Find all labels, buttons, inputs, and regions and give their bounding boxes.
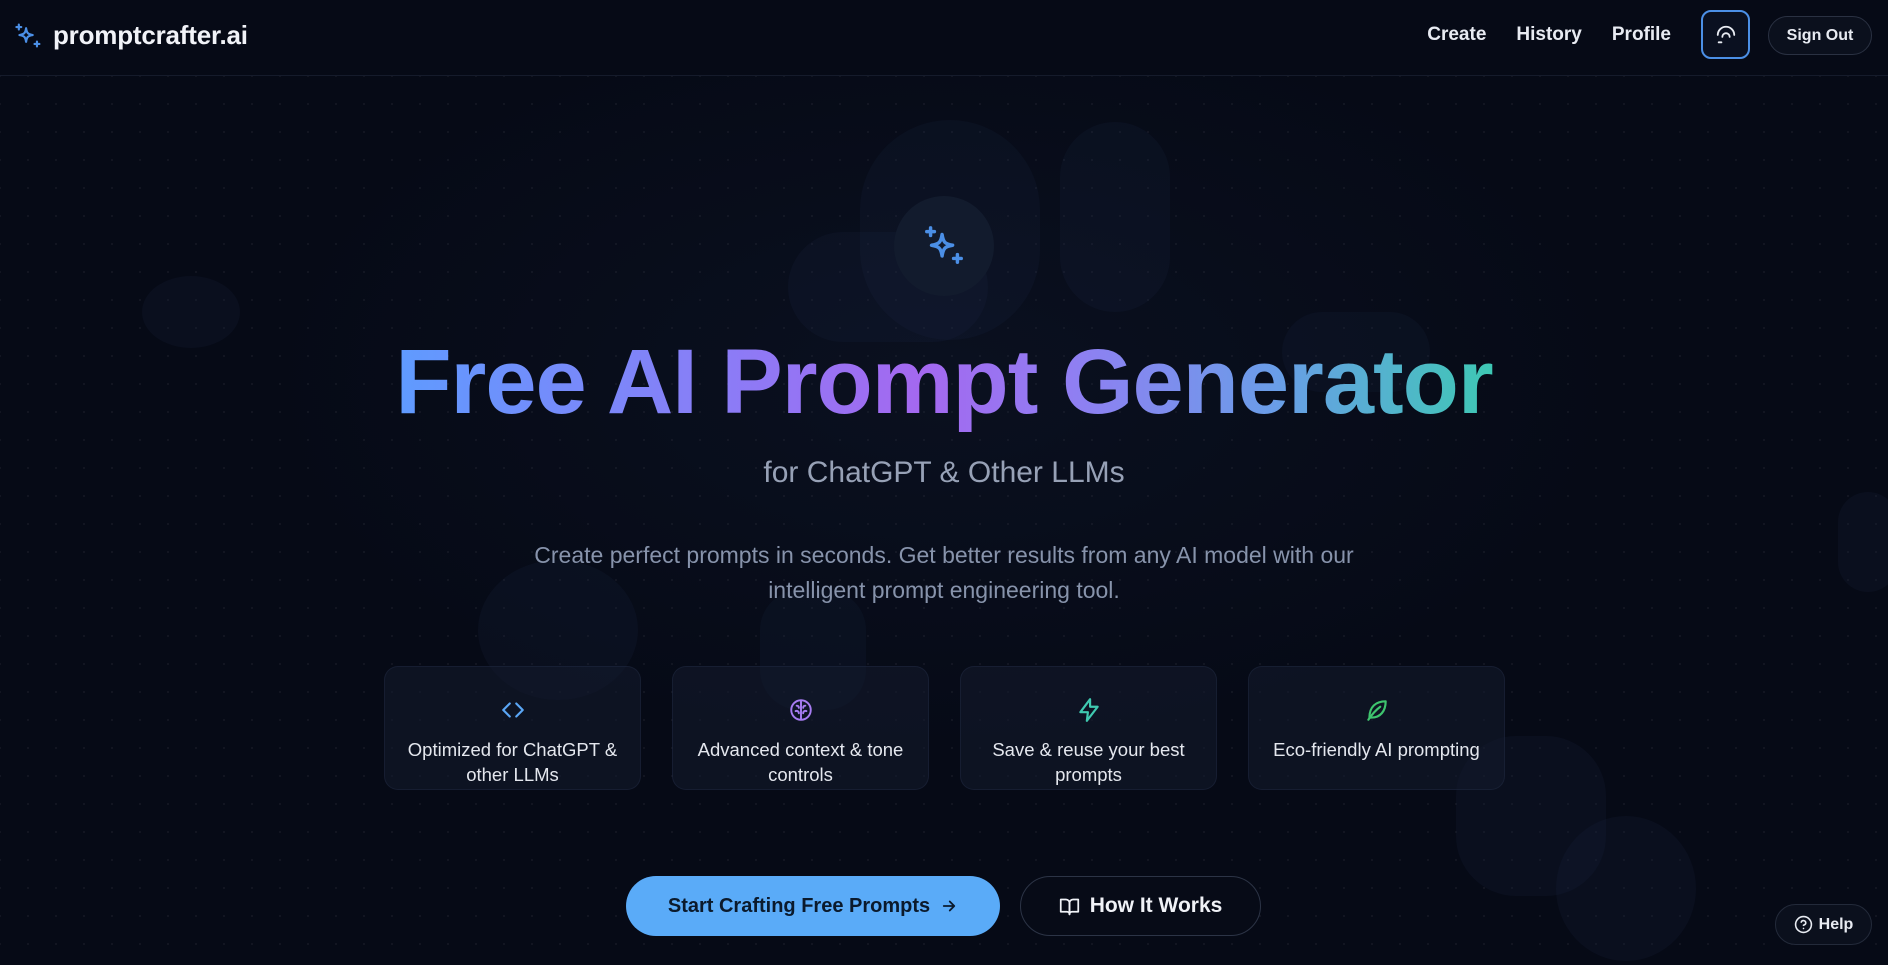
nav-create[interactable]: Create — [1427, 24, 1486, 46]
start-crafting-button[interactable]: Start Crafting Free Prompts — [626, 876, 1000, 936]
hero-description: Create perfect prompts in seconds. Get b… — [534, 542, 1354, 603]
nav-profile[interactable]: Profile — [1612, 24, 1671, 46]
feature-text: Eco-friendly AI prompting — [1273, 739, 1480, 760]
feature-card: Eco-friendly AI prompting — [1248, 666, 1505, 790]
help-button[interactable]: Help — [1775, 904, 1872, 945]
main-nav: Create History Profile — [1427, 10, 1750, 59]
help-label: Help — [1818, 915, 1854, 933]
start-crafting-label: Start Crafting Free Prompts — [667, 894, 931, 917]
feature-text: Advanced context & tone controls — [697, 739, 904, 785]
feature-cards: Optimized for ChatGPT & other LLMs Advan… — [384, 666, 1505, 790]
sparkles-icon — [15, 23, 41, 48]
question-circle-icon — [1794, 915, 1812, 934]
top-navbar: promptcrafter.ai Create History Profile … — [0, 0, 1888, 76]
feature-text: Optimized for ChatGPT & other LLMs — [407, 739, 618, 785]
hero-subtitle: for ChatGPT & Other LLMs — [763, 456, 1125, 489]
background-blob — [1060, 122, 1170, 312]
hero-title: Free AI Prompt Generator — [0, 326, 1888, 438]
brain-icon — [789, 699, 812, 721]
nav-history[interactable]: History — [1516, 24, 1581, 46]
how-it-works-label: How It Works — [1089, 894, 1223, 917]
feature-card: Optimized for ChatGPT & other LLMs — [384, 666, 641, 790]
lightning-icon — [1078, 698, 1099, 722]
arrow-right-icon — [942, 900, 956, 912]
leaf-icon — [1366, 700, 1387, 721]
hero-icon-badge — [894, 196, 994, 296]
brand-name: promptcrafter.ai — [53, 20, 248, 50]
background-blob — [1838, 492, 1888, 592]
brand-logo[interactable]: promptcrafter.ai — [14, 20, 248, 51]
theme-toggle-button[interactable] — [1701, 10, 1750, 59]
code-icon — [501, 702, 524, 718]
palette-icon — [1716, 25, 1735, 43]
feature-text: Save & reuse your best prompts — [992, 739, 1185, 785]
sign-out-button[interactable]: Sign Out — [1768, 16, 1872, 55]
background-blob — [1556, 816, 1696, 961]
hero-title-text: Free AI Prompt Generator — [395, 331, 1493, 433]
feature-card: Advanced context & tone controls — [672, 666, 929, 790]
feature-card: Save & reuse your best prompts — [960, 666, 1217, 790]
book-open-icon — [1059, 898, 1079, 915]
sparkles-icon — [925, 226, 963, 265]
how-it-works-button[interactable]: How It Works — [1020, 876, 1261, 936]
